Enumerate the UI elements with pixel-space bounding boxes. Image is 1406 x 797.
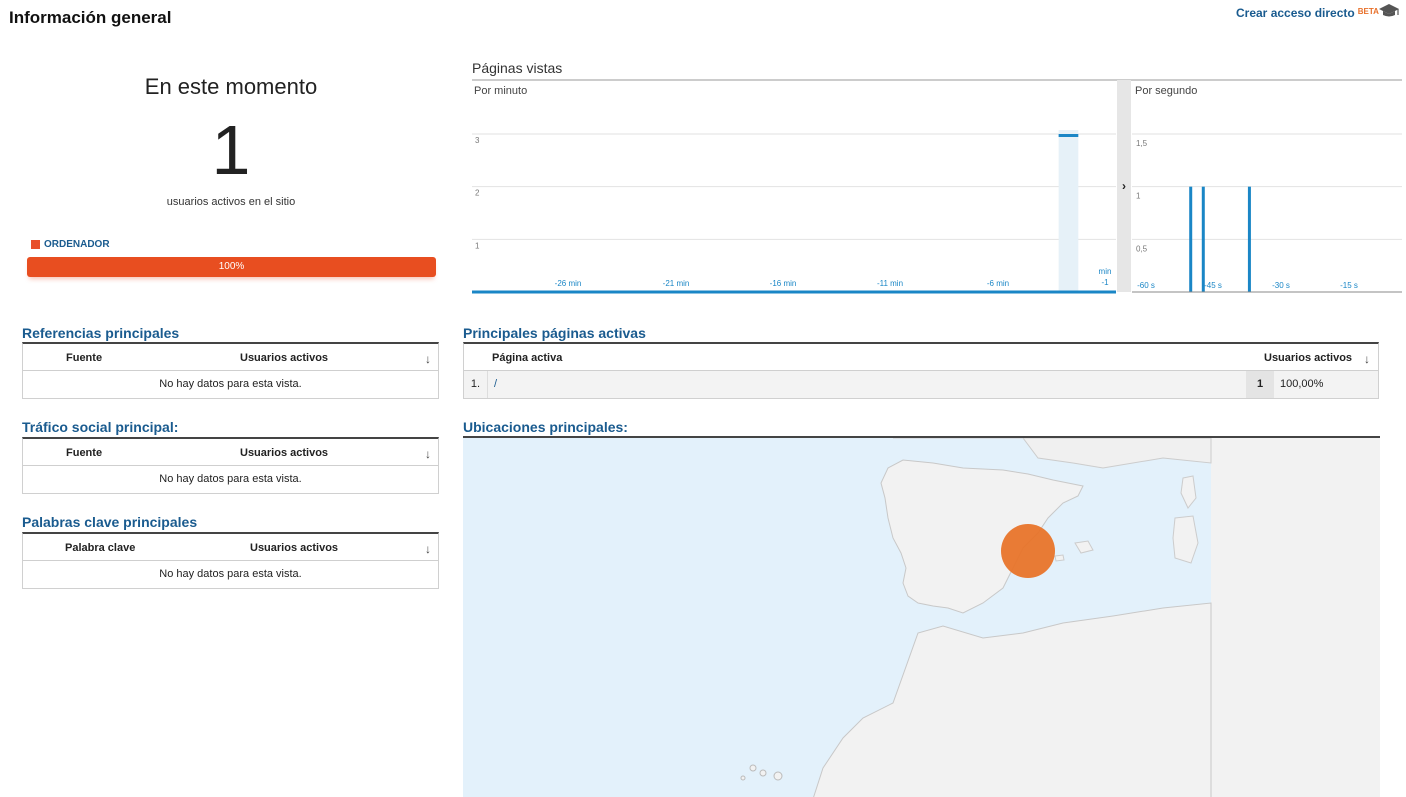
empty-message: No hay datos para esta vista. [159,568,302,580]
col-active-users[interactable]: Usuarios activos [1264,352,1352,364]
x-tick-label: -1 [1101,278,1109,287]
locations-map[interactable] [463,436,1380,797]
spike-bar [1247,186,1251,292]
col-source[interactable]: Fuente [66,352,102,364]
device-share-bar: 100% [27,257,436,277]
keywords-table: Palabra clave Usuarios activos ↓ No hay … [22,532,439,589]
highlight-column [1058,130,1079,292]
right-now-title: En este momento [144,74,318,99]
locations-title: Ubicaciones principales: [463,419,628,435]
chevron-right-icon: › [1122,179,1126,193]
x-tick-label: -45 s [1204,281,1222,290]
y-tick-label: 2 [475,189,480,198]
pageviews-chart: Por minuto123-26 min -21 min -16 min -11 mi… [472,79,1402,294]
sort-down-icon[interactable]: ↓ [425,352,431,366]
y-tick-label: 1 [475,241,480,250]
table-row: 1./ 1 100,00% [464,371,1378,398]
sort-down-icon[interactable]: ↓ [1364,352,1370,366]
x-tick-label: min [1099,267,1112,276]
x-tick-label: -30 s [1272,281,1290,290]
x-tick-label: -60 s [1137,281,1155,290]
chart-title: Páginas vistas [472,60,563,76]
keywords-title: Palabras clave principales [22,514,198,530]
y-tick-label: 1 [1136,192,1141,201]
y-tick-label: 1,5 [1136,139,1148,148]
col-active-page[interactable]: Página activa [492,352,562,364]
location-marker[interactable] [1001,524,1055,578]
row-percent: 100,00% [1280,378,1324,390]
row-users: 1 [1246,371,1274,398]
social-title: Tráfico social principal: [22,419,179,435]
col-keyword[interactable]: Palabra clave [65,542,135,554]
page-link[interactable]: / [494,371,497,398]
beta-badge: BETA [1357,7,1379,16]
x-tick-label: -26 min [555,279,582,288]
pages-title: Principales páginas activas [463,325,646,341]
col-active-users[interactable]: Usuarios activos [240,447,328,459]
row-rank: 1. [464,371,488,398]
pages-table: Página activa Usuarios activos ↓ 1./ 1 100… [463,342,1379,399]
x-tick-label: -11 min [877,279,903,288]
empty-message: No hay datos para esta vista. [159,378,302,390]
legend-label: ORDENADOR [44,239,110,250]
col-active-users[interactable]: Usuarios activos [240,352,328,364]
x-tick-label: -21 min [663,279,690,288]
panel-label-minute: Por minuto [474,85,527,97]
x-tick-label: -6 min [987,279,1009,288]
create-shortcut-link[interactable]: Crear acceso directo BETA [1236,6,1379,20]
page-title: Información general [9,8,172,27]
device-legend[interactable]: ORDENADOR [31,239,110,250]
panel-label-second: Por segundo [1135,85,1197,97]
spike-bar [1201,186,1205,292]
active-users-subtitle: usuarios activos en el sitio [166,196,296,208]
referrals-title: Referencias principales [22,325,180,341]
referrals-table: Fuente Usuarios activos ↓ No hay datos p… [22,342,439,399]
col-source[interactable]: Fuente [66,447,102,459]
legend-swatch [31,240,40,249]
empty-message: No hay datos para esta vista. [159,473,302,485]
col-active-users[interactable]: Usuarios activos [250,542,338,554]
y-tick-label: 0,5 [1136,244,1148,253]
sort-down-icon[interactable]: ↓ [425,542,431,556]
graduation-cap-icon[interactable] [1378,3,1400,19]
x-tick-label: -16 min [770,279,797,288]
x-tick-label: -15 s [1340,281,1358,290]
y-tick-label: 3 [475,136,480,145]
spike-bar [1189,186,1193,292]
sort-down-icon[interactable]: ↓ [425,447,431,461]
bar-cap [1058,134,1079,137]
active-users-count: 1 [211,111,251,189]
social-table: Fuente Usuarios activos ↓ No hay datos p… [22,437,439,494]
